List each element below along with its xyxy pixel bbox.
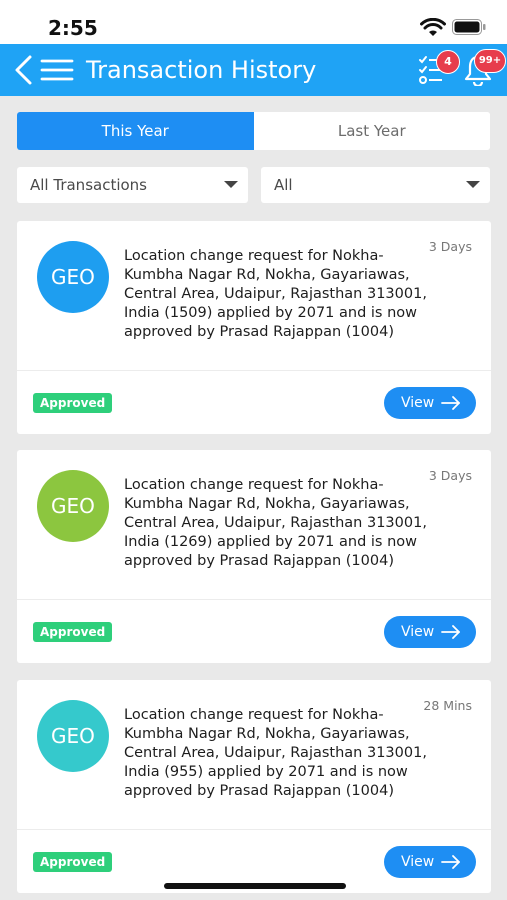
- transaction-card: GEO Location change request for Nokha-Ku…: [17, 680, 491, 893]
- card-time: 28 Mins: [423, 698, 472, 713]
- tab-this-year[interactable]: This Year: [17, 112, 254, 150]
- status-badge: Approved: [33, 852, 113, 872]
- chevron-down-icon: [466, 181, 480, 188]
- view-button[interactable]: View: [384, 387, 476, 419]
- transaction-type-value: All Transactions: [30, 176, 147, 194]
- menu-icon[interactable]: [40, 57, 74, 83]
- period-tabs: This Year Last Year: [17, 112, 490, 150]
- card-description: Location change request for Nokha-Kumbha…: [124, 477, 427, 569]
- back-icon[interactable]: [12, 54, 34, 86]
- card-avatar: GEO: [37, 470, 109, 542]
- card-divider: [17, 599, 491, 600]
- tab-last-year[interactable]: Last Year: [253, 112, 490, 150]
- notifications-badge: 99+: [474, 49, 506, 73]
- card-divider: [17, 829, 491, 830]
- view-button[interactable]: View: [384, 616, 476, 648]
- transaction-card: GEO Location change request for Nokha-Ku…: [17, 450, 491, 663]
- view-button-label: View: [401, 395, 435, 411]
- page-title: Transaction History: [86, 56, 317, 84]
- arrow-right-icon: [441, 625, 460, 639]
- card-description: Location change request for Nokha-Kumbha…: [124, 248, 427, 340]
- transaction-type-select[interactable]: All Transactions: [17, 167, 248, 203]
- status-filter-value: All: [274, 176, 293, 194]
- tasks-badge: 4: [436, 50, 460, 74]
- card-time: 3 Days: [428, 468, 472, 483]
- status-time: 2:55: [48, 16, 98, 40]
- home-indicator: [164, 883, 346, 889]
- transaction-card: GEO Location change request for Nokha-Ku…: [17, 221, 491, 434]
- card-avatar: GEO: [37, 700, 109, 772]
- battery-icon: [452, 19, 486, 35]
- card-description: Location change request for Nokha-Kumbha…: [124, 707, 427, 799]
- status-filter-select[interactable]: All: [261, 167, 490, 203]
- view-button[interactable]: View: [384, 846, 476, 878]
- card-avatar: GEO: [37, 241, 109, 313]
- arrow-right-icon: [441, 396, 460, 410]
- status-bar: 2:55: [0, 0, 507, 44]
- arrow-right-icon: [441, 855, 460, 869]
- status-badge: Approved: [33, 393, 113, 413]
- card-time: 3 Days: [428, 239, 472, 254]
- view-button-label: View: [401, 854, 435, 870]
- wifi-icon: [420, 18, 446, 36]
- card-divider: [17, 370, 491, 371]
- app-header: Transaction History 4 99+: [0, 44, 507, 96]
- status-badge: Approved: [33, 622, 113, 642]
- view-button-label: View: [401, 624, 435, 640]
- chevron-down-icon: [224, 181, 238, 188]
